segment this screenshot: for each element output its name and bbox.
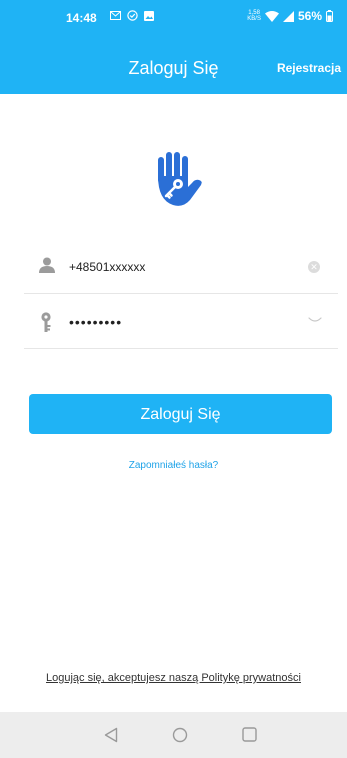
wifi-icon <box>264 10 279 22</box>
notification-icons <box>110 10 154 21</box>
register-link[interactable]: Rejestracja <box>277 61 341 75</box>
status-right: 1,58 KB/S 56% <box>247 9 333 23</box>
status-bar: 14:48 1,58 KB/S 56% <box>0 0 347 36</box>
network-speed-unit: KB/S <box>247 16 261 22</box>
user-icon <box>39 257 55 273</box>
key-icon <box>41 312 51 332</box>
status-time: 14:48 <box>66 11 97 25</box>
network-speed: 1,58 KB/S <box>247 10 261 22</box>
phone-input[interactable] <box>69 255 289 279</box>
forgot-password-link[interactable]: Zapomniałeś hasła? <box>0 460 347 471</box>
title-bar: Zaloguj Się Rejestracja <box>0 52 347 88</box>
password-field-row <box>24 296 338 349</box>
recents-icon[interactable] <box>242 727 257 742</box>
gallery-icon <box>144 10 154 21</box>
app-header: 14:48 1,58 KB/S 56% Zaloguj Się Rejestra… <box>0 0 347 94</box>
shield-check-icon <box>127 10 138 21</box>
login-button[interactable]: Zaloguj Się <box>29 394 332 434</box>
system-nav-bar <box>0 712 347 758</box>
signal-icon <box>282 10 294 22</box>
privacy-policy-link[interactable]: Logując się, akceptujesz naszą Politykę … <box>0 672 347 684</box>
password-input[interactable] <box>69 310 289 334</box>
hand-key-icon <box>158 152 202 206</box>
battery-icon <box>326 10 333 22</box>
gmail-icon <box>110 11 121 20</box>
clear-icon[interactable]: ✕ <box>308 261 320 273</box>
home-icon[interactable] <box>172 727 188 743</box>
battery-percent: 56% <box>297 9 322 23</box>
phone-field-row: ✕ <box>24 241 338 294</box>
back-icon[interactable] <box>104 727 118 743</box>
eye-closed-icon[interactable] <box>308 316 322 324</box>
